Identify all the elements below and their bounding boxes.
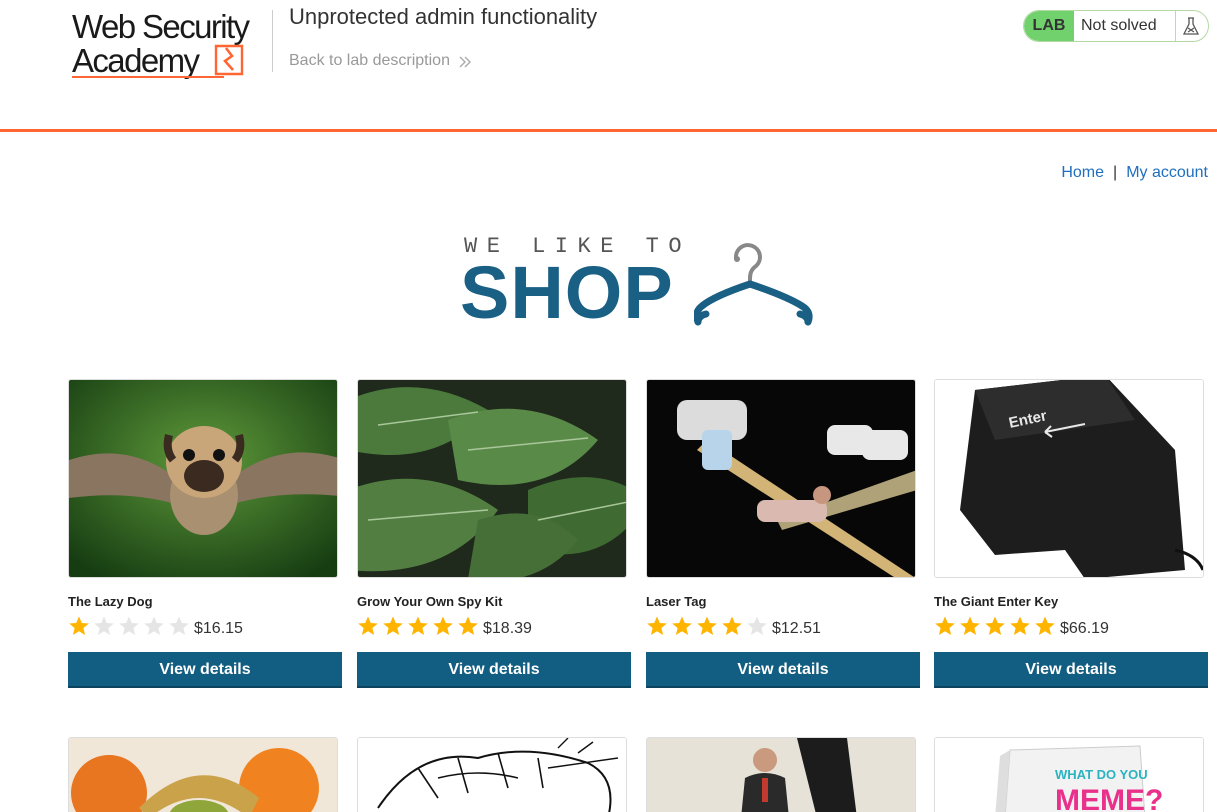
product-price: $18.39 bbox=[483, 620, 532, 637]
web-security-academy-logo[interactable]: Web Security Academy bbox=[70, 8, 270, 82]
star-empty-icon bbox=[747, 616, 767, 635]
man-presenting-image[interactable] bbox=[646, 737, 916, 812]
view-details-button[interactable]: View details bbox=[68, 652, 342, 688]
star-filled-icon bbox=[722, 616, 742, 635]
lab-title: Unprotected admin functionality bbox=[289, 4, 598, 29]
star-filled-icon bbox=[985, 616, 1005, 635]
clothes-hanger-icon bbox=[694, 243, 813, 326]
logo-bolt-icon bbox=[214, 44, 244, 76]
product-price: $66.19 bbox=[1060, 620, 1109, 637]
star-empty-icon bbox=[94, 616, 114, 635]
view-details-button[interactable]: View details bbox=[934, 652, 1208, 688]
top-nav: Home | My account bbox=[1061, 164, 1208, 182]
star-filled-icon bbox=[69, 616, 89, 635]
nav-separator: | bbox=[1113, 164, 1118, 181]
fruit-image[interactable] bbox=[68, 737, 338, 812]
star-filled-icon bbox=[935, 616, 955, 635]
product-price: $12.51 bbox=[772, 620, 821, 637]
star-filled-icon bbox=[647, 616, 667, 635]
logo-text-line2: Academy bbox=[72, 42, 200, 79]
banner-title: SHOP bbox=[460, 251, 674, 334]
meme-text-line2: MEME? bbox=[1055, 784, 1163, 812]
star-filled-icon bbox=[458, 616, 478, 635]
my-account-link[interactable]: My account bbox=[1126, 164, 1208, 181]
star-filled-icon bbox=[672, 616, 692, 635]
view-details-button[interactable]: View details bbox=[646, 652, 920, 688]
star-rating bbox=[646, 615, 768, 637]
sketch-image[interactable] bbox=[357, 737, 627, 812]
laser-tag-illustration bbox=[647, 380, 915, 577]
man-presenting-illustration bbox=[647, 738, 915, 812]
home-link[interactable]: Home bbox=[1061, 164, 1104, 181]
star-empty-icon bbox=[144, 616, 164, 635]
enter-key-illustration: Enter bbox=[935, 380, 1203, 577]
sketch-illustration bbox=[358, 738, 626, 812]
what-do-you-meme-illustration: WHAT DO YOU MEME? bbox=[935, 738, 1203, 812]
star-filled-icon bbox=[433, 616, 453, 635]
star-filled-icon bbox=[1035, 616, 1055, 635]
header-divider bbox=[272, 10, 273, 72]
logo-underline bbox=[72, 76, 224, 78]
flying-pug-image[interactable] bbox=[68, 379, 338, 578]
flying-pug-illustration bbox=[69, 380, 337, 577]
flask-icon bbox=[1182, 17, 1200, 35]
product-name: Laser Tag bbox=[646, 594, 707, 609]
product-name: The Lazy Dog bbox=[68, 594, 153, 609]
laser-tag-image[interactable] bbox=[646, 379, 916, 578]
star-rating bbox=[357, 615, 479, 637]
star-empty-icon bbox=[169, 616, 189, 635]
lab-status-widget[interactable]: LAB Not solved bbox=[1023, 10, 1209, 42]
star-filled-icon bbox=[960, 616, 980, 635]
we-like-to-shop-banner: WE LIKE TO SHOP bbox=[460, 232, 820, 332]
product-name: The Giant Enter Key bbox=[934, 594, 1059, 609]
lab-header: Web Security Academy Unprotected admin f… bbox=[0, 0, 1217, 132]
double-chevron-right-icon bbox=[459, 56, 471, 68]
view-details-button[interactable]: View details bbox=[357, 652, 631, 688]
lab-badge: LAB bbox=[1024, 11, 1074, 41]
leaves-illustration bbox=[358, 380, 626, 577]
product-name: Grow Your Own Spy Kit bbox=[357, 594, 503, 609]
enter-key-image[interactable]: Enter bbox=[934, 379, 1204, 578]
leaves-image[interactable] bbox=[357, 379, 627, 578]
star-filled-icon bbox=[1010, 616, 1030, 635]
star-rating bbox=[934, 615, 1056, 637]
status-separator bbox=[1175, 11, 1176, 41]
lab-status-text: Not solved bbox=[1081, 17, 1157, 34]
star-filled-icon bbox=[697, 616, 717, 635]
star-rating bbox=[68, 615, 190, 637]
star-filled-icon bbox=[383, 616, 403, 635]
fruit-illustration bbox=[69, 738, 337, 812]
star-filled-icon bbox=[358, 616, 378, 635]
star-filled-icon bbox=[408, 616, 428, 635]
what-do-you-meme-image[interactable]: WHAT DO YOU MEME? bbox=[934, 737, 1204, 812]
product-price: $16.15 bbox=[194, 620, 243, 637]
back-to-lab-description-link[interactable]: Back to lab description bbox=[289, 52, 450, 70]
meme-text-line1: WHAT DO YOU bbox=[1055, 767, 1148, 782]
star-empty-icon bbox=[119, 616, 139, 635]
logo-text-line1: Web Security bbox=[72, 8, 250, 45]
